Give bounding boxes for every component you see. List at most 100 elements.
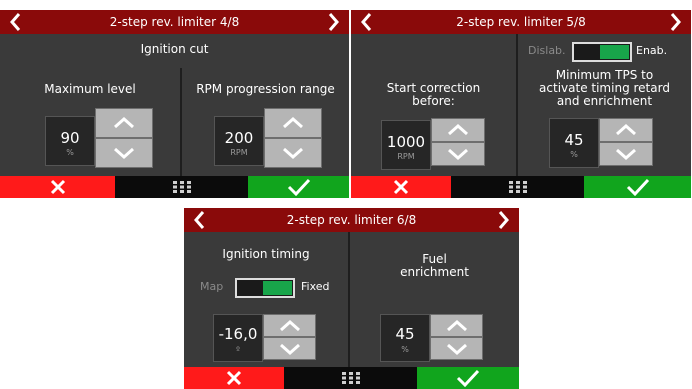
chevron-down-icon <box>114 147 134 159</box>
check-icon <box>626 178 649 196</box>
toggle-off-label: Dislab. <box>528 44 566 57</box>
value-display: -16,0 º <box>213 314 263 362</box>
field-minimum-tps: Dislab. Enab. Minimum TPS to activate ti… <box>518 34 691 176</box>
title-bar: 2-step rev. limiter 4/8 <box>0 10 349 34</box>
chevron-up-icon <box>446 319 467 331</box>
value-display: 45 % <box>380 314 430 362</box>
value-stepper[interactable] <box>599 118 653 166</box>
enable-toggle[interactable] <box>572 42 632 62</box>
decrement-button[interactable] <box>430 337 483 360</box>
chevron-up-icon <box>448 124 468 136</box>
panel-step-4: 2-step rev. limiter 4/8 Ignition cut Max… <box>0 10 349 198</box>
increment-button[interactable] <box>599 118 653 142</box>
confirm-button[interactable] <box>417 367 519 389</box>
grid-icon <box>508 181 527 193</box>
panel-title: 2-step rev. limiter 6/8 <box>286 213 417 227</box>
field-label: RPM progression range <box>196 82 335 96</box>
increment-button[interactable] <box>95 108 153 138</box>
chevron-up-icon <box>616 124 636 136</box>
unit-text: % <box>66 148 74 157</box>
chevron-down-icon <box>448 148 468 160</box>
next-page-button[interactable] <box>493 210 513 230</box>
decrement-button[interactable] <box>599 142 653 166</box>
title-bar: 2-step rev. limiter 6/8 <box>184 208 519 232</box>
field-label-line-2: before: <box>412 94 455 108</box>
unit-text: % <box>401 345 409 354</box>
value-text: -16,0 <box>218 325 258 343</box>
decrement-button[interactable] <box>264 138 322 168</box>
action-bar <box>184 367 519 389</box>
chevron-right-icon <box>498 211 509 229</box>
decrement-button[interactable] <box>431 142 485 166</box>
chevron-down-icon <box>279 343 300 355</box>
chevron-up-icon <box>283 117 303 129</box>
field-label-line-1: Fuel <box>422 252 447 266</box>
mode-toggle[interactable] <box>235 278 295 298</box>
field-start-correction: Start correction before: 1000 RPM <box>351 34 516 176</box>
value-text: 90 <box>60 129 80 147</box>
chevron-right-icon <box>670 13 681 31</box>
value-stepper[interactable] <box>264 108 322 168</box>
value-display: 45 % <box>549 118 599 168</box>
confirm-button[interactable] <box>248 176 349 198</box>
check-icon <box>456 369 480 387</box>
panel-title: 2-step rev. limiter 5/8 <box>456 15 586 29</box>
unit-text: % <box>570 150 578 159</box>
field-label: Maximum level <box>44 82 136 96</box>
chevron-left-icon <box>194 211 205 229</box>
value-stepper[interactable] <box>263 314 316 360</box>
value-stepper[interactable] <box>95 108 153 168</box>
panel-title: 2-step rev. limiter 4/8 <box>109 15 240 29</box>
action-bar <box>351 176 691 198</box>
decrement-button[interactable] <box>95 138 153 168</box>
panel-step-5: 2-step rev. limiter 5/8 Start correction… <box>351 10 691 198</box>
chevron-right-icon <box>328 13 339 31</box>
panel-step-6: 2-step rev. limiter 6/8 Ignition timing … <box>184 208 519 389</box>
confirm-button[interactable] <box>584 176 691 198</box>
grid-icon <box>172 181 191 193</box>
unit-text: RPM <box>230 148 248 157</box>
toggle-on-label: Fixed <box>301 280 330 293</box>
x-icon <box>226 370 242 386</box>
cancel-button[interactable] <box>351 176 451 198</box>
chevron-left-icon <box>10 13 21 31</box>
prev-page-button[interactable] <box>190 210 210 230</box>
field-label-line-1: Start correction <box>386 81 481 95</box>
chevron-up-icon <box>279 319 300 331</box>
x-icon <box>50 179 65 195</box>
action-bar <box>0 176 349 198</box>
unit-text: RPM <box>397 152 415 161</box>
increment-button[interactable] <box>264 108 322 138</box>
next-page-button[interactable] <box>665 12 685 32</box>
value-text: 200 <box>224 129 254 147</box>
cancel-button[interactable] <box>0 176 115 198</box>
increment-button[interactable] <box>430 314 483 337</box>
toggle-on-label: Enab. <box>636 44 668 57</box>
increment-button[interactable] <box>431 118 485 142</box>
menu-button[interactable] <box>284 367 417 389</box>
next-page-button[interactable] <box>323 12 343 32</box>
chevron-up-icon <box>114 117 134 129</box>
toggle-knob <box>263 281 292 295</box>
increment-button[interactable] <box>263 314 316 337</box>
value-stepper[interactable] <box>431 118 485 166</box>
menu-button[interactable] <box>451 176 584 198</box>
chevron-down-icon <box>616 148 636 160</box>
decrement-button[interactable] <box>263 337 316 360</box>
title-bar: 2-step rev. limiter 5/8 <box>351 10 691 34</box>
value-display: 200 RPM <box>214 116 264 166</box>
prev-page-button[interactable] <box>357 12 377 32</box>
cancel-button[interactable] <box>184 367 284 389</box>
toggle-knob <box>600 45 629 59</box>
value-text: 45 <box>395 325 415 343</box>
value-text: 45 <box>564 131 584 149</box>
value-stepper[interactable] <box>430 314 483 360</box>
field-fuel-enrichment: Fuel enrichment 45 % <box>350 232 519 367</box>
field-ignition-timing: Ignition timing Map Fixed -16,0 º <box>184 232 348 367</box>
prev-page-button[interactable] <box>6 12 26 32</box>
chevron-left-icon <box>361 13 372 31</box>
menu-button[interactable] <box>115 176 248 198</box>
chevron-down-icon <box>446 343 467 355</box>
check-icon <box>287 178 310 196</box>
unit-text: º <box>236 345 240 354</box>
